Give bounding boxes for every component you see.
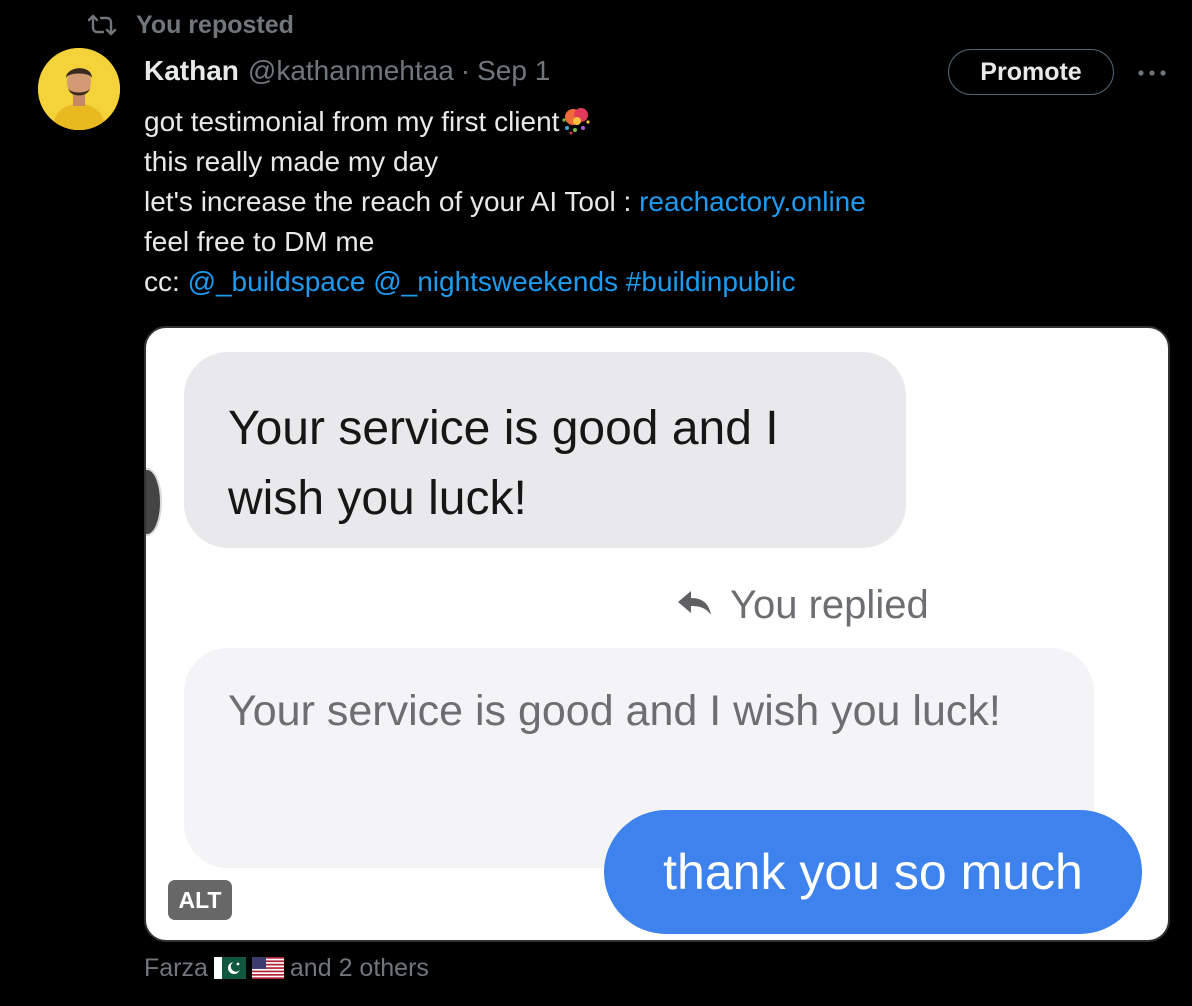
mention-nightsweekends[interactable]: @_nightsweekends (373, 266, 618, 297)
tweet-text: got testimonial from my first client thi… (144, 102, 1144, 302)
reply-arrow-icon (676, 583, 714, 628)
usa-flag-icon (251, 957, 284, 979)
liker-others[interactable]: and 2 others (290, 954, 429, 983)
more-icon[interactable] (1130, 54, 1174, 92)
author-name[interactable]: Kathan (144, 55, 239, 87)
repost-indicator: You reposted (82, 8, 294, 42)
repost-icon (82, 10, 122, 40)
you-replied-label: You replied (676, 580, 929, 630)
pakistan-flag-icon (213, 957, 246, 979)
tweet-media-image[interactable]: Your service is good and I wish you luck… (144, 326, 1170, 942)
author-handle[interactable]: @kathanmehtaa (248, 55, 454, 87)
tweet-line-1: got testimonial from my first client (144, 106, 560, 137)
separator-dot: · (460, 55, 471, 86)
alt-badge[interactable]: ALT (168, 880, 232, 920)
tweet-line-3: let's increase the reach of your AI Tool… (144, 186, 640, 217)
website-link[interactable]: reachactory.online (639, 186, 866, 217)
cc-prefix: cc: (144, 266, 188, 297)
cropped-avatar (146, 468, 162, 536)
repost-label: You reposted (136, 10, 294, 39)
reply-message-bubble: thank you so much (604, 810, 1142, 934)
mention-buildspace[interactable]: @_buildspace (188, 266, 366, 297)
hashtag-buildinpublic[interactable]: #buildinpublic (626, 266, 796, 297)
replied-label: You replied (730, 582, 929, 627)
liker-name[interactable]: Farza (144, 954, 208, 983)
party-popper-icon (559, 102, 593, 136)
tweet-line-2: this really made my day (144, 146, 439, 177)
avatar[interactable] (38, 48, 120, 130)
tweet-line-4: feel free to DM me (144, 226, 375, 257)
liked-by[interactable]: Farza and 2 others (144, 950, 429, 986)
received-message-bubble: Your service is good and I wish you luck… (184, 352, 906, 548)
tweet-date[interactable]: Sep 1 (477, 55, 550, 87)
promote-button[interactable]: Promote (948, 49, 1114, 95)
tweet-header: Kathan @kathanmehtaa · Sep 1 (144, 52, 550, 90)
